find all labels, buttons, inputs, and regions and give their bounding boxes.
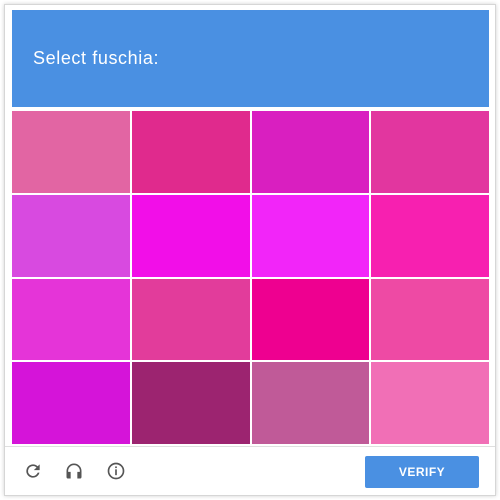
color-tile-3[interactable] xyxy=(251,111,370,193)
color-tile-10[interactable] xyxy=(131,278,250,361)
color-tile-7[interactable] xyxy=(251,194,370,277)
color-tile-5[interactable] xyxy=(12,194,130,277)
footer-divider xyxy=(5,446,495,447)
color-tile-14[interactable] xyxy=(131,362,250,444)
color-tile-11[interactable] xyxy=(251,278,370,361)
color-tile-8[interactable] xyxy=(371,194,489,277)
captcha-prompt: Select fuschia: xyxy=(33,48,160,68)
color-tile-1[interactable] xyxy=(12,111,130,193)
color-tile-4[interactable] xyxy=(371,111,489,193)
captcha-header: Select fuschia: xyxy=(12,10,489,107)
color-tile-13[interactable] xyxy=(12,362,130,444)
audio-icon[interactable] xyxy=(63,460,85,482)
color-tile-15[interactable] xyxy=(251,362,370,444)
color-tile-2[interactable] xyxy=(131,111,250,193)
reload-icon[interactable] xyxy=(22,460,44,482)
color-tile-grid xyxy=(12,111,489,444)
captcha-widget: Select fuschia: VERIFY xyxy=(4,4,496,496)
info-icon[interactable] xyxy=(105,460,127,482)
verify-button[interactable]: VERIFY xyxy=(365,456,479,488)
color-tile-6[interactable] xyxy=(131,194,250,277)
color-tile-16[interactable] xyxy=(371,362,489,444)
color-tile-9[interactable] xyxy=(12,278,130,361)
color-tile-12[interactable] xyxy=(371,278,489,361)
